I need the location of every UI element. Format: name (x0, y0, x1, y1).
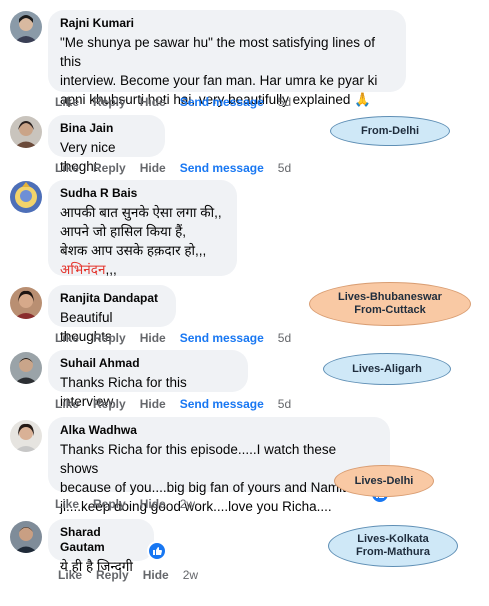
hide-button[interactable]: Hide (143, 568, 169, 582)
commenter-name[interactable]: Suhail Ahmad (60, 356, 236, 371)
like-reaction-icon[interactable] (147, 541, 167, 561)
hide-button[interactable]: Hide (140, 161, 166, 175)
avatar[interactable] (10, 352, 42, 384)
reply-button[interactable]: Reply (96, 568, 129, 582)
avatar[interactable] (10, 287, 42, 319)
comment-actions: Like Reply Hide 2w (55, 497, 209, 511)
commenter-name[interactable]: Rajni Kumari (60, 16, 394, 31)
like-button[interactable]: Like (55, 397, 79, 411)
timestamp[interactable]: 5d (278, 95, 291, 109)
comment-bubble: Sudha R Bais आपकी बात सुनके ऐसा लगा की,,… (48, 180, 237, 277)
reply-button[interactable]: Reply (93, 331, 126, 345)
reply-button[interactable]: Reply (93, 161, 126, 175)
comment-actions: Like Reply Hide Send message 5d (55, 397, 305, 411)
comment-bubble: Ranjita Dandapat Beautiful thoughts (48, 285, 176, 344)
location-tag: From-Delhi (330, 116, 450, 146)
hide-button[interactable]: Hide (140, 331, 166, 345)
avatar[interactable] (10, 521, 42, 553)
like-button[interactable]: Like (55, 331, 79, 345)
send-message-button[interactable]: Send message (180, 397, 264, 411)
send-message-button[interactable]: Send message (180, 95, 264, 109)
commenter-name[interactable]: Bina Jain (60, 121, 153, 136)
like-button[interactable]: Like (55, 497, 79, 511)
hide-button[interactable]: Hide (140, 95, 166, 109)
commenter-name[interactable]: Ranjita Dandapat (60, 291, 164, 306)
comment-text: आपकी बात सुनके ऐसा लगा की,, आपने जो हासि… (60, 205, 222, 277)
reply-button[interactable]: Reply (93, 497, 126, 511)
location-tag: Lives-Aligarh (323, 353, 451, 385)
avatar[interactable] (10, 11, 42, 43)
timestamp[interactable]: 2w (183, 568, 198, 582)
avatar[interactable] (10, 116, 42, 148)
comment-bubble: Sharad Gautam ये ही है जिन्दगी (48, 519, 154, 574)
avatar[interactable] (10, 420, 42, 452)
comment-bubble: Suhail Ahmad Thanks Richa for this inter… (48, 350, 248, 409)
send-message-button[interactable]: Send message (180, 331, 264, 345)
like-button[interactable]: Like (55, 95, 79, 109)
comment-actions: Like Reply Hide Send message 5d (55, 95, 305, 109)
hide-button[interactable]: Hide (140, 397, 166, 411)
like-button[interactable]: Like (58, 568, 82, 582)
reply-button[interactable]: Reply (93, 397, 126, 411)
comment-actions: Like Reply Hide 2w (58, 568, 212, 582)
timestamp[interactable]: 5d (278, 161, 291, 175)
comment-bubble: Rajni Kumari "Me shunya pe sawar hu" the… (48, 10, 406, 107)
timestamp[interactable]: 2w (180, 497, 195, 511)
hide-button[interactable]: Hide (140, 497, 166, 511)
location-tag: Lives-Bhubaneswar From-Cuttack (309, 282, 471, 326)
send-message-button[interactable]: Send message (180, 161, 264, 175)
timestamp[interactable]: 5d (278, 331, 291, 345)
commenter-name[interactable]: Sudha R Bais (60, 186, 225, 201)
location-tag: Lives-Kolkata From-Mathura (328, 525, 458, 567)
like-button[interactable]: Like (55, 161, 79, 175)
avatar[interactable] (10, 181, 42, 213)
commenter-name[interactable]: Alka Wadhwa (60, 423, 378, 438)
comment-actions: Like Reply Hide Send message 5d (55, 161, 305, 175)
emphasized-word: अभिनंदन (60, 262, 106, 277)
location-tag: Lives-Delhi (334, 465, 434, 497)
timestamp[interactable]: 5d (278, 397, 291, 411)
commenter-name[interactable]: Sharad Gautam (60, 525, 142, 555)
reply-button[interactable]: Reply (93, 95, 126, 109)
comment-actions: Like Reply Hide Send message 5d (55, 331, 305, 345)
comment-bubble: Bina Jain Very nice thoght (48, 115, 165, 174)
